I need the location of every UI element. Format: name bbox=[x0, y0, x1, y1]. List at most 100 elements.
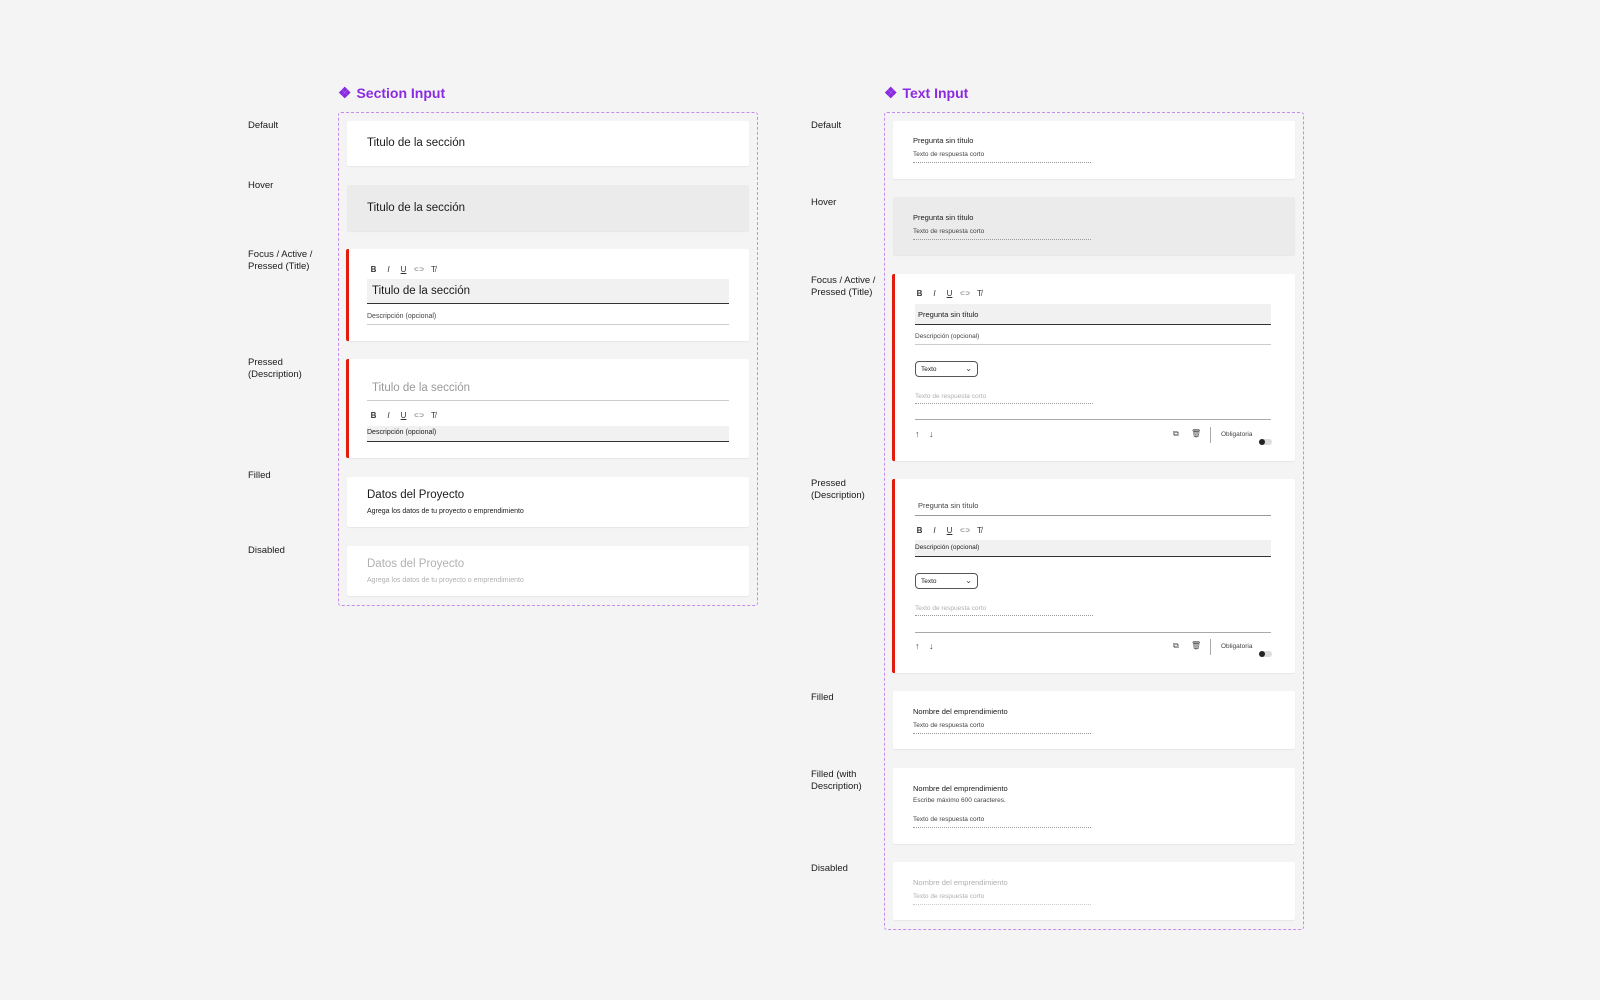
required-toggle[interactable] bbox=[1259, 439, 1272, 445]
section-input-focus[interactable]: B I U ⊂⊃ T̸ Titulo de la sección Descrip… bbox=[346, 249, 749, 341]
italic-button[interactable]: I bbox=[930, 526, 939, 535]
answer-preview: Texto de respuesta corto bbox=[915, 391, 1093, 404]
chevron-down-icon: ⌄ bbox=[965, 576, 972, 585]
question-title: Pregunta sin título bbox=[913, 213, 974, 222]
move-up-icon[interactable]: ↑ bbox=[915, 642, 920, 651]
text-input-title: Text Input bbox=[902, 85, 969, 101]
state-label-default: Default bbox=[248, 120, 279, 131]
bold-button[interactable]: B bbox=[369, 265, 378, 274]
question-description-input[interactable]: Descripción (opcional) bbox=[915, 540, 1271, 557]
section-input-heading: ❖ Section Input bbox=[338, 85, 445, 101]
text-input-default[interactable]: Pregunta sin título Texto de respuesta c… bbox=[893, 121, 1295, 179]
answer-preview: Texto de respuesta corto bbox=[913, 722, 1091, 734]
answer-placeholder: Texto de respuesta corto bbox=[913, 722, 985, 729]
section-description-input[interactable]: Descripción (opcional) bbox=[367, 426, 729, 442]
dropdown-value: Texto bbox=[921, 365, 937, 373]
state-label-filled: Filled bbox=[248, 470, 271, 481]
question-title: Pregunta sin título bbox=[918, 310, 979, 319]
answer-preview: Texto de respuesta corto bbox=[913, 893, 1091, 905]
format-toolbar: B I U ⊂⊃ T̸ bbox=[369, 411, 438, 420]
chevron-down-icon: ⌄ bbox=[965, 364, 972, 373]
link-button[interactable]: ⊂⊃ bbox=[960, 290, 970, 297]
text-input-filled-with-description[interactable]: Nombre del emprendimiento Escribe máximo… bbox=[893, 768, 1295, 844]
description-text: Descripción (opcional) bbox=[367, 429, 437, 436]
text-input-hover[interactable]: Pregunta sin título Texto de respuesta c… bbox=[893, 197, 1295, 255]
link-button[interactable]: ⊂⊃ bbox=[960, 527, 970, 534]
answer-placeholder: Texto de respuesta corto bbox=[913, 816, 985, 823]
vertical-divider bbox=[1210, 639, 1211, 655]
link-button[interactable]: ⊂⊃ bbox=[414, 266, 424, 273]
question-title: Nombre del emprendimiento bbox=[913, 878, 1008, 887]
clear-format-button[interactable]: T̸ bbox=[429, 265, 438, 274]
question-description-input[interactable]: Descripción (opcional) bbox=[915, 331, 1271, 345]
required-label: Obligatoria bbox=[1221, 643, 1253, 650]
bold-button[interactable]: B bbox=[915, 289, 924, 298]
underline-button[interactable]: U bbox=[945, 289, 954, 298]
divider bbox=[915, 632, 1271, 633]
answer-preview: Texto de respuesta corto bbox=[913, 228, 1091, 240]
clear-format-button[interactable]: T̸ bbox=[975, 289, 984, 298]
text-input-focus[interactable]: B I U ⊂⊃ T̸ Pregunta sin título Descripc… bbox=[892, 274, 1295, 461]
section-input-disabled: Datos del Proyecto Agrega los datos de t… bbox=[347, 546, 749, 596]
required-toggle[interactable] bbox=[1259, 651, 1272, 657]
question-description: Escribe máximo 600 caracteres. bbox=[913, 797, 1006, 804]
section-input-filled[interactable]: Datos del Proyecto Agrega los datos de t… bbox=[347, 477, 749, 527]
section-input-hover[interactable]: Titulo de la sección bbox=[347, 185, 749, 231]
format-toolbar: B I U ⊂⊃ T̸ bbox=[915, 526, 984, 535]
question-title-input[interactable]: Pregunta sin título bbox=[915, 497, 1271, 516]
italic-button[interactable]: I bbox=[384, 265, 393, 274]
state-label-hover: Hover bbox=[248, 180, 274, 191]
move-down-icon[interactable]: ↓ bbox=[929, 430, 934, 439]
state-label-pressed-description: Pressed (Description) bbox=[811, 478, 865, 501]
question-type-dropdown[interactable]: Texto ⌄ bbox=[915, 573, 978, 589]
format-toolbar: B I U ⊂⊃ T̸ bbox=[915, 289, 984, 298]
trash-icon[interactable]: 🗑︎ bbox=[1191, 430, 1201, 438]
bold-button[interactable]: B bbox=[915, 526, 924, 535]
clear-format-button[interactable]: T̸ bbox=[429, 411, 438, 420]
text-input-disabled: Nombre del emprendimiento Texto de respu… bbox=[893, 862, 1295, 920]
section-description-input[interactable]: Descripción (opcional) bbox=[367, 311, 729, 325]
italic-button[interactable]: I bbox=[930, 289, 939, 298]
underline-button[interactable]: U bbox=[399, 265, 408, 274]
answer-placeholder: Texto de respuesta corto bbox=[913, 228, 985, 235]
link-button[interactable]: ⊂⊃ bbox=[414, 412, 424, 419]
clear-format-button[interactable]: T̸ bbox=[975, 526, 984, 535]
answer-placeholder: Texto de respuesta corto bbox=[915, 393, 987, 400]
section-title-input[interactable]: Titulo de la sección bbox=[367, 379, 729, 401]
trash-icon[interactable]: 🗑︎ bbox=[1191, 642, 1201, 650]
bold-button[interactable]: B bbox=[369, 411, 378, 420]
divider bbox=[915, 419, 1271, 420]
duplicate-icon[interactable]: ⧉ bbox=[1173, 642, 1179, 650]
answer-preview: Texto de respuesta corto bbox=[913, 816, 1091, 828]
duplicate-icon[interactable]: ⧉ bbox=[1173, 430, 1179, 438]
state-label-pressed-description: Pressed (Description) bbox=[248, 357, 302, 380]
required-label: Obligatoria bbox=[1221, 431, 1253, 438]
answer-preview: Texto de respuesta corto bbox=[915, 603, 1093, 616]
section-title-input[interactable]: Titulo de la sección bbox=[367, 279, 729, 304]
question-type-dropdown[interactable]: Texto ⌄ bbox=[915, 361, 978, 377]
state-label-filled: Filled bbox=[811, 692, 834, 703]
question-title: Pregunta sin título bbox=[913, 136, 974, 145]
vertical-divider bbox=[1210, 427, 1211, 443]
section-title-text: Titulo de la sección bbox=[372, 285, 471, 297]
component-icon: ❖ bbox=[338, 84, 352, 102]
move-up-icon[interactable]: ↑ bbox=[915, 430, 920, 439]
italic-button[interactable]: I bbox=[384, 411, 393, 420]
component-icon: ❖ bbox=[884, 84, 898, 102]
underline-button[interactable]: U bbox=[399, 411, 408, 420]
section-description-text: Agrega los datos de tu proyecto o empren… bbox=[367, 508, 524, 515]
question-title: Nombre del emprendimiento bbox=[913, 707, 1008, 716]
text-input-pressed-description[interactable]: Pregunta sin título B I U ⊂⊃ T̸ Descripc… bbox=[892, 479, 1295, 673]
text-input-heading: ❖ Text Input bbox=[884, 85, 968, 101]
question-title-input[interactable]: Pregunta sin título bbox=[915, 304, 1271, 325]
move-down-icon[interactable]: ↓ bbox=[929, 642, 934, 651]
answer-placeholder: Texto de respuesta corto bbox=[915, 605, 987, 612]
section-input-title: Section Input bbox=[356, 85, 446, 101]
section-input-pressed-description[interactable]: Titulo de la sección B I U ⊂⊃ T̸ Descrip… bbox=[346, 359, 749, 458]
state-label-default: Default bbox=[811, 120, 842, 131]
description-text: Descripción (opcional) bbox=[915, 544, 980, 551]
section-input-default[interactable]: Titulo de la sección bbox=[347, 121, 749, 166]
underline-button[interactable]: U bbox=[945, 526, 954, 535]
state-label-disabled: Disabled bbox=[811, 863, 848, 874]
text-input-filled[interactable]: Nombre del emprendimiento Texto de respu… bbox=[893, 691, 1295, 749]
